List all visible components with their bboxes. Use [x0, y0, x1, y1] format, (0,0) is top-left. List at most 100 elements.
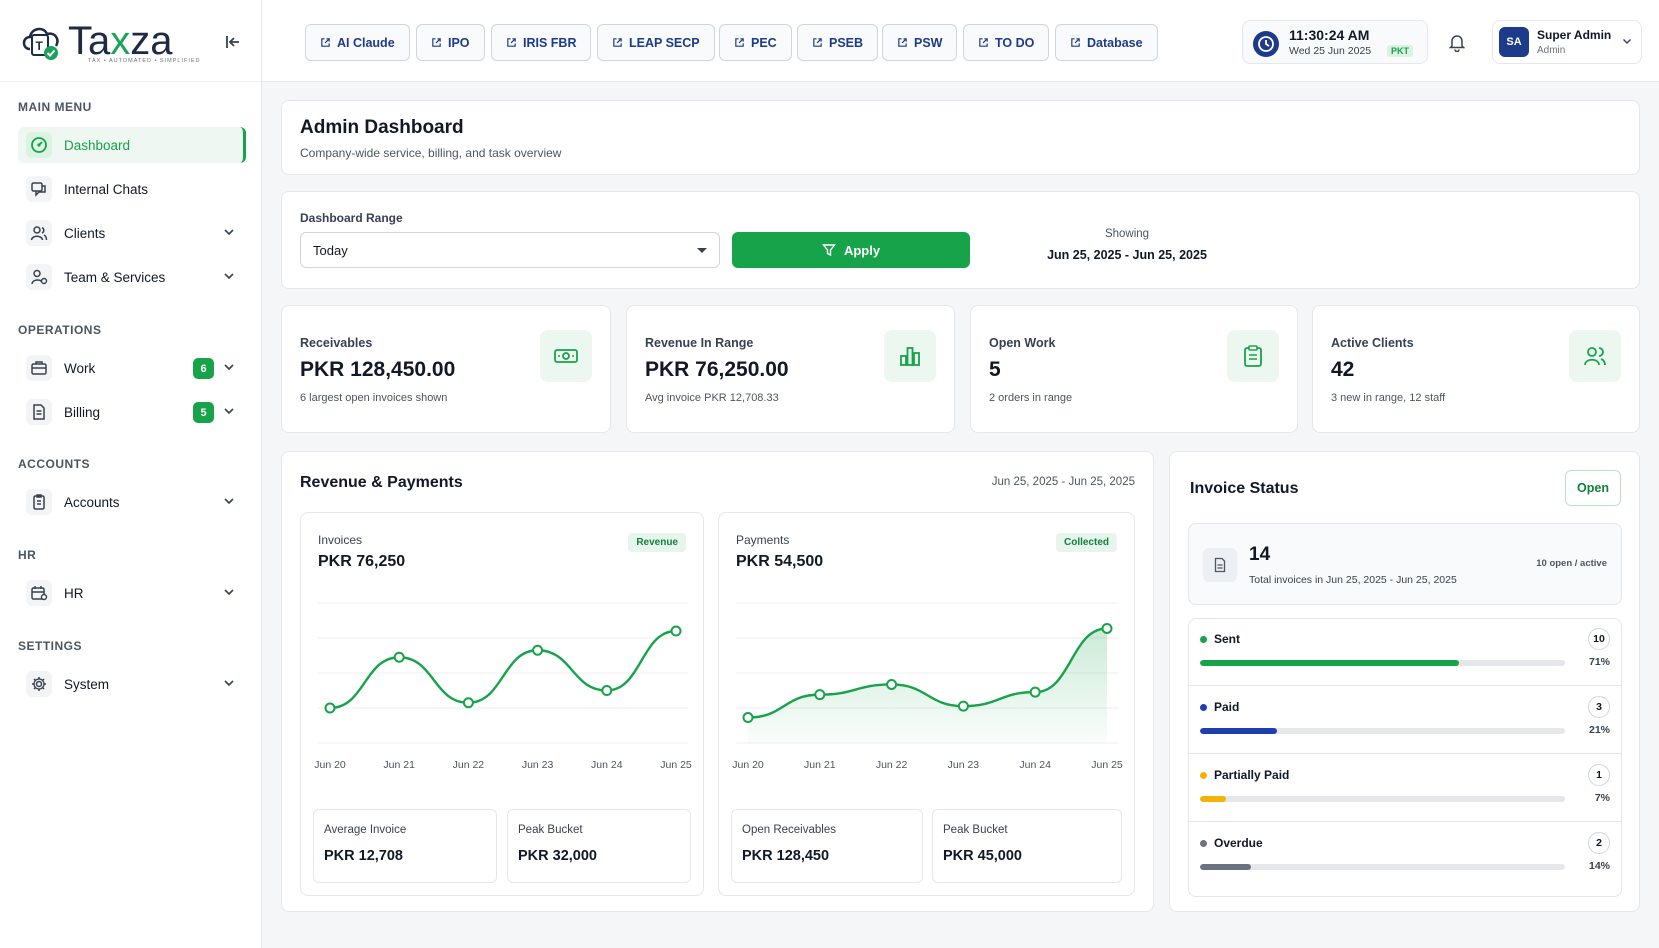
- sidebar-item-label: System: [64, 676, 110, 692]
- data-point: [957, 700, 969, 712]
- status-name: Sent: [1214, 632, 1241, 646]
- sidebar-item-accounts[interactable]: Accounts: [18, 484, 246, 520]
- sidebar-item-label: Dashboard: [64, 137, 131, 153]
- invoices-label: Invoices: [318, 533, 363, 547]
- x-tick-label: Jun 23: [522, 759, 554, 771]
- quick-link-psw[interactable]: PSW: [882, 24, 958, 61]
- brand[interactable]: T Taxza TAX • AUTOMATED • SIMPLIFIED: [0, 0, 261, 82]
- stat-peak-bucket: Peak Bucket PKR 45,000: [932, 809, 1122, 883]
- chevron-down-icon[interactable]: [222, 494, 236, 508]
- series-line: [329, 629, 677, 710]
- sidebar-item-clients[interactable]: Clients: [18, 215, 246, 251]
- quick-link-ai-claude[interactable]: AI Claude: [305, 24, 410, 61]
- range-select[interactable]: Today: [300, 232, 720, 268]
- external-link-icon: [507, 38, 516, 47]
- showing-range: Jun 25, 2025 - Jun 25, 2025: [1047, 248, 1207, 262]
- x-tick-label: Jun 24: [1019, 759, 1051, 771]
- stat-label: Peak Bucket: [518, 824, 583, 836]
- quick-link-iris-fbr[interactable]: IRIS FBR: [491, 24, 592, 61]
- quick-link-database[interactable]: Database: [1055, 24, 1158, 61]
- stat-value: PKR 32,000: [518, 848, 597, 864]
- bell-icon[interactable]: [1448, 32, 1466, 52]
- quick-link-ipo[interactable]: IPO: [416, 24, 485, 61]
- status-percent: 7%: [1594, 792, 1610, 804]
- data-point: [814, 689, 826, 701]
- chevron-down-icon[interactable]: [222, 585, 236, 599]
- status-count: 1: [1588, 764, 1610, 786]
- data-point: [393, 651, 405, 663]
- user-role: Admin: [1537, 45, 1566, 56]
- x-tick-label: Jun 25: [1091, 759, 1123, 771]
- bar-chart-icon: [884, 330, 936, 382]
- sidebar-item-hr[interactable]: HR: [18, 575, 246, 611]
- quick-link-leap-secp[interactable]: LEAP SECP: [597, 24, 715, 61]
- status-name: Partially Paid: [1214, 768, 1290, 782]
- stat-average-invoice: Average Invoice PKR 12,708: [313, 809, 497, 883]
- clock-time: 11:30:24 AM: [1289, 27, 1370, 43]
- ledger-icon: [26, 489, 52, 515]
- calendar-user-icon: [26, 580, 52, 606]
- chevron-down-icon[interactable]: [222, 225, 236, 239]
- panel-title: Revenue & Payments: [300, 474, 463, 491]
- sidebar-item-work[interactable]: Work 6: [18, 350, 246, 386]
- kpi-value: PKR 128,450.00: [300, 358, 456, 381]
- status-progress-fill: [1200, 796, 1226, 802]
- external-link-icon: [613, 38, 622, 47]
- kpi-value: 42: [1331, 358, 1355, 381]
- sidebar-item-billing[interactable]: Billing 5: [18, 394, 246, 430]
- status-percent: 71%: [1588, 656, 1610, 668]
- clipboard-icon: [1227, 330, 1279, 382]
- x-tick-label: Jun 20: [314, 759, 346, 771]
- payments-area-chart: Jun 20 Jun 21 Jun 22 Jun 23 Jun 24 Jun 25: [732, 602, 1123, 771]
- kpi-card-revenue: Revenue In Range PKR 76,250.00 Avg invoi…: [626, 305, 955, 433]
- data-point: [742, 712, 754, 724]
- data-point: [462, 697, 474, 709]
- chevron-down-icon[interactable]: [222, 404, 236, 418]
- chevron-down-icon[interactable]: [222, 269, 236, 283]
- payments-label: Payments: [736, 533, 790, 547]
- sidebar-item-team-services[interactable]: Team & Services: [18, 259, 246, 295]
- user-menu[interactable]: SA Super Admin Admin: [1492, 20, 1642, 64]
- status-progress-fill: [1200, 864, 1252, 870]
- range-select-value: Today: [313, 242, 348, 258]
- sidebar-item-dashboard[interactable]: Dashboard: [18, 127, 246, 163]
- sidebar-item-label: Work: [64, 360, 96, 376]
- briefcase-icon: [26, 355, 52, 381]
- sidebar-item-label: Billing: [64, 404, 101, 420]
- chevron-down-icon[interactable]: [222, 676, 236, 690]
- external-link-icon: [735, 38, 744, 47]
- status-percent: 14%: [1588, 860, 1610, 872]
- sidebar-item-label: HR: [64, 585, 84, 601]
- status-row-sent: Sent 10 71%: [1188, 618, 1622, 686]
- invoices-chart-card: Invoices PKR 76,250 Revenue Jun 20 Jun 21…: [300, 512, 704, 896]
- apply-button[interactable]: Apply: [732, 232, 970, 268]
- quick-link-pseb[interactable]: PSEB: [797, 24, 879, 61]
- sidebar-item-system[interactable]: System: [18, 666, 246, 702]
- collapse-sidebar-icon[interactable]: [223, 32, 243, 52]
- open-button[interactable]: Open: [1565, 470, 1621, 506]
- quick-link-to-do[interactable]: TO DO: [963, 24, 1050, 61]
- invoice-total: 14: [1249, 544, 1271, 565]
- stat-peak-bucket: Peak Bucket PKR 32,000: [507, 809, 691, 883]
- external-link-icon: [813, 38, 822, 47]
- quick-link-pec[interactable]: PEC: [719, 24, 792, 61]
- kpi-label: Revenue In Range: [645, 336, 754, 350]
- kpi-note: 6 largest open invoices shown: [300, 392, 448, 404]
- kpi-note: 2 orders in range: [989, 392, 1073, 404]
- status-progress-track: [1200, 728, 1565, 734]
- chevron-down-icon[interactable]: [222, 360, 236, 374]
- section-main-menu: MAIN MENU: [18, 100, 92, 114]
- stat-value: PKR 128,450: [742, 848, 830, 864]
- status-progress-track: [1200, 660, 1565, 666]
- stat-label: Open Receivables: [742, 824, 836, 836]
- data-point: [1101, 622, 1113, 634]
- invoices-line-chart: Jun 20 Jun 21 Jun 22 Jun 23 Jun 24 Jun 25: [314, 602, 692, 771]
- sidebar-item-internal-chats[interactable]: Internal Chats: [18, 171, 246, 207]
- avatar: SA: [1499, 27, 1529, 57]
- users-icon: [1569, 330, 1621, 382]
- status-dot: [1200, 772, 1207, 779]
- billing-count-badge: 5: [193, 402, 214, 423]
- page-header: Admin Dashboard Company-wide service, bi…: [281, 100, 1640, 175]
- kpi-label: Receivables: [300, 336, 373, 350]
- user-name: Super Admin: [1537, 28, 1612, 42]
